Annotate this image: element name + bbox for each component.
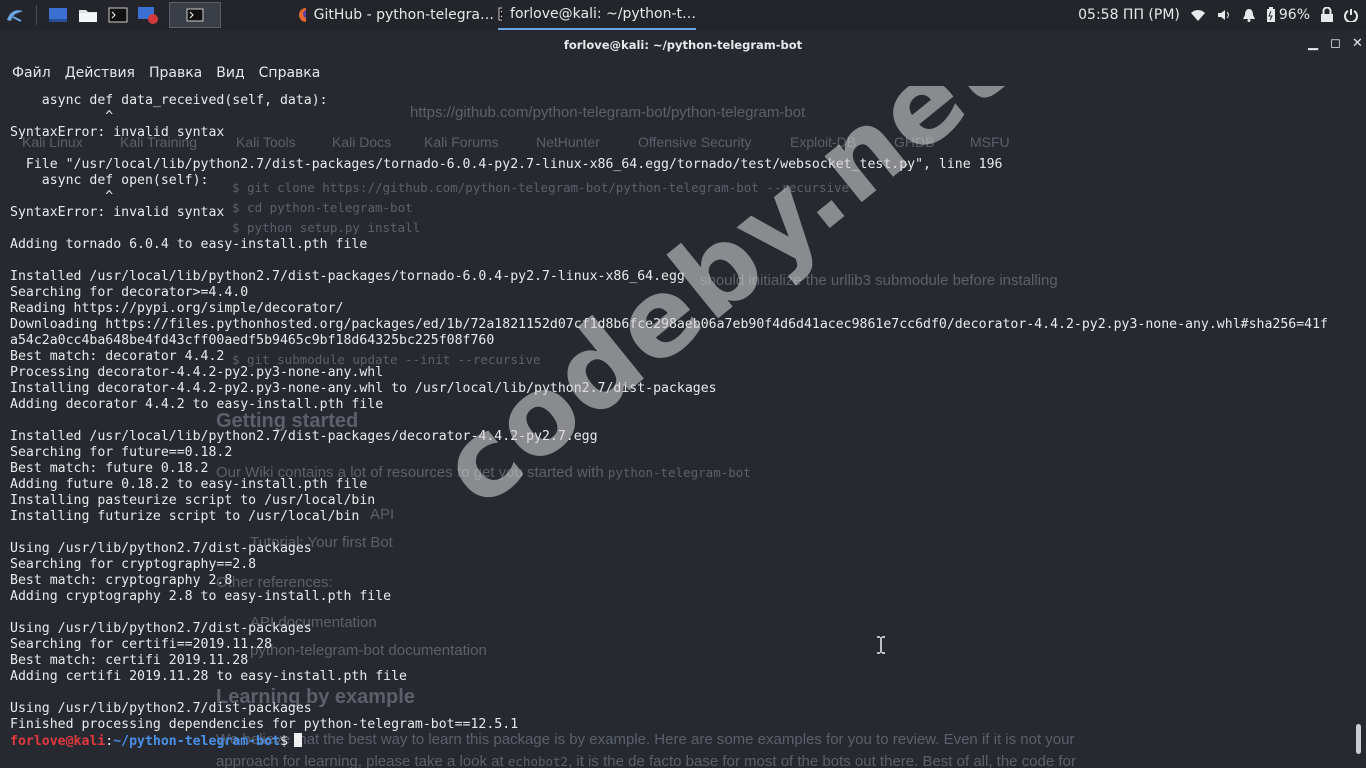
- terminal-line: Adding certifi 2019.11.28 to easy-instal…: [10, 669, 407, 684]
- workspace-terminal-button[interactable]: [169, 2, 221, 28]
- battery-icon: [1266, 7, 1275, 22]
- terminal-line: Using /usr/lib/python2.7/dist-packages: [10, 701, 312, 716]
- prompt-symbol: $: [279, 734, 288, 749]
- terminal-line: Using /usr/lib/python2.7/dist-packages: [10, 621, 312, 636]
- terminal-line: Installed /usr/local/lib/python2.7/dist-…: [10, 429, 598, 444]
- firefox-icon: [299, 8, 306, 22]
- volume-icon[interactable]: [1216, 8, 1232, 22]
- terminal-scrollbar[interactable]: [1352, 86, 1366, 768]
- bg-text: approach for learning, please take a loo…: [216, 753, 1076, 768]
- power-icon[interactable]: [1344, 8, 1358, 22]
- scrollbar-thumb[interactable]: [1356, 724, 1361, 754]
- terminal-line: Best match: cryptography 2.8: [10, 573, 233, 588]
- close-button[interactable]: ✕: [1352, 36, 1363, 51]
- terminal-line: Searching for future==0.18.2: [10, 445, 233, 460]
- window-title: forlove@kali: ~/python-telegram-bot: [563, 38, 803, 52]
- taskbar-task-terminal[interactable]: forlove@kali: ~/python-t…: [498, 0, 696, 30]
- task-label: GitHub - python-telegra…: [313, 7, 494, 23]
- terminal-line: Adding cryptography 2.8 to easy-install.…: [10, 589, 392, 604]
- terminal-line: Best match: future 0.18.2: [10, 461, 209, 476]
- bg-text-span: , it is the de facto base for most of th…: [568, 753, 1076, 768]
- terminal-cursor: [293, 733, 302, 747]
- notification-bell-icon[interactable]: [1242, 8, 1256, 22]
- kali-menu-icon[interactable]: [4, 5, 26, 25]
- menu-help[interactable]: Справка: [259, 65, 321, 81]
- taskbar-task-firefox[interactable]: GitHub - python-telegra…: [298, 0, 494, 30]
- taskbar: GitHub - python-telegra… forlove@kali: ~…: [0, 0, 1366, 30]
- terminal-line: Searching for cryptography==2.8: [10, 557, 257, 572]
- menubar: Файл Действия Правка Вид Справка: [0, 60, 1366, 86]
- terminal-line: async def data_received(self, data):: [10, 93, 328, 108]
- terminal-output: async def data_received(self, data): ^ Sy…: [10, 93, 1328, 749]
- menu-view[interactable]: Вид: [216, 65, 244, 81]
- terminal-line: SyntaxError: invalid syntax: [10, 205, 225, 220]
- terminal-line: Searching for certifi==2019.11.28: [10, 637, 273, 652]
- prompt-user: forlove@kali: [10, 734, 106, 749]
- show-desktop-icon[interactable]: [47, 5, 69, 25]
- terminal-line: Best match: certifi 2019.11.28: [10, 653, 249, 668]
- terminal-line: SyntaxError: invalid syntax: [10, 125, 225, 140]
- text-cursor-icon: [877, 636, 885, 654]
- terminal-line: Installing futurize script to /usr/local…: [10, 509, 360, 524]
- launcher-area: [0, 0, 221, 30]
- lock-icon[interactable]: [1320, 7, 1334, 23]
- terminal-line: Adding future 0.18.2 to easy-install.pth…: [10, 477, 368, 492]
- minimize-button[interactable]: ▁: [1308, 36, 1318, 51]
- window-titlebar[interactable]: forlove@kali: ~/python-telegram-bot ▁ ◻ …: [0, 30, 1366, 60]
- bg-inline-code: echobot2: [507, 754, 569, 768]
- terminal-icon: [186, 8, 204, 22]
- menu-actions[interactable]: Действия: [65, 65, 135, 81]
- terminal-line: Adding decorator 4.4.2 to easy-install.p…: [10, 397, 384, 412]
- battery-percent: 96%: [1278, 7, 1310, 23]
- prompt-path: ~/python-telegram-bot: [113, 734, 280, 749]
- menu-file[interactable]: Файл: [12, 65, 51, 81]
- terminal-line: Finished processing dependencies for pyt…: [10, 717, 519, 732]
- battery-indicator[interactable]: 96%: [1266, 7, 1310, 23]
- shell-prompt[interactable]: forlove@kali:~/python-telegram-bot$: [10, 733, 1328, 749]
- bg-text-span: approach for learning, please take a loo…: [216, 753, 504, 768]
- wifi-icon[interactable]: [1190, 8, 1206, 22]
- terminal-line: Installing pasteurize script to /usr/loc…: [10, 493, 376, 508]
- terminal-line: File "/usr/local/lib/python2.7/dist-pack…: [10, 157, 1003, 172]
- file-manager-icon[interactable]: [77, 5, 99, 25]
- menu-edit[interactable]: Правка: [149, 65, 202, 81]
- separator: [36, 5, 37, 25]
- terminal-line: async def open(self):: [10, 173, 209, 188]
- terminal-line: Using /usr/lib/python2.7/dist-packages: [10, 541, 312, 556]
- clock[interactable]: 05:58 ПП (PM): [1078, 7, 1180, 23]
- system-tray: 05:58 ПП (PM) 96%: [1078, 0, 1366, 30]
- terminal-view[interactable]: https://github.com/python-telegram-bot/p…: [0, 86, 1352, 768]
- terminal-line: ^: [10, 189, 114, 204]
- task-label: forlove@kali: ~/python-t…: [510, 6, 696, 22]
- terminal-launcher-icon[interactable]: [107, 5, 129, 25]
- screen-recorder-icon[interactable]: [137, 5, 159, 25]
- maximize-button[interactable]: ◻: [1330, 36, 1341, 51]
- terminal-line: ^: [10, 109, 114, 124]
- terminal-icon: [498, 7, 503, 21]
